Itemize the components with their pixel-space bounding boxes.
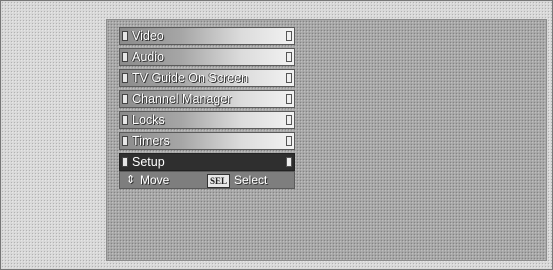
menu-item-label: Locks: [132, 113, 165, 127]
bullet-icon: [122, 73, 128, 83]
end-cap-icon: [286, 136, 292, 146]
up-down-arrow-icon: ⇕: [126, 174, 136, 186]
select-hint-label: Select: [234, 173, 268, 187]
end-cap-icon: [286, 31, 292, 41]
move-hint-label: Move: [140, 173, 170, 187]
bullet-icon: [122, 136, 128, 146]
bullet-icon: [122, 157, 128, 167]
end-cap-icon: [286, 115, 292, 125]
menu-item-label: Channel Manager: [132, 92, 232, 106]
bullet-icon: [122, 31, 128, 41]
menu-item-timers[interactable]: Timers: [119, 132, 295, 150]
menu-item-channel-manager[interactable]: Channel Manager: [119, 90, 295, 108]
menu-item-audio[interactable]: Audio: [119, 48, 295, 66]
end-cap-icon: [286, 157, 292, 167]
bullet-icon: [122, 52, 128, 62]
end-cap-icon: [286, 73, 292, 83]
menu-item-label: Timers: [132, 134, 170, 148]
menu-item-tv-guide-on-screen[interactable]: TV Guide On Screen: [119, 69, 295, 87]
main-menu: Video Audio TV Guide On Screen Channel M…: [119, 27, 295, 174]
menu-item-label: TV Guide On Screen: [132, 71, 249, 85]
menu-item-label: Video: [132, 29, 164, 43]
menu-item-label: Audio: [132, 50, 164, 64]
sel-key-icon: SEL: [207, 174, 231, 188]
end-cap-icon: [286, 94, 292, 104]
bullet-icon: [122, 115, 128, 125]
tv-screen: Video Audio TV Guide On Screen Channel M…: [0, 0, 553, 270]
bullet-icon: [122, 94, 128, 104]
menu-item-video[interactable]: Video: [119, 27, 295, 45]
menu-item-setup[interactable]: Setup: [119, 153, 295, 171]
end-cap-icon: [286, 52, 292, 62]
menu-item-label: Setup: [132, 155, 165, 169]
menu-item-locks[interactable]: Locks: [119, 111, 295, 129]
help-bar: ⇕ Move SEL Select: [119, 171, 295, 189]
